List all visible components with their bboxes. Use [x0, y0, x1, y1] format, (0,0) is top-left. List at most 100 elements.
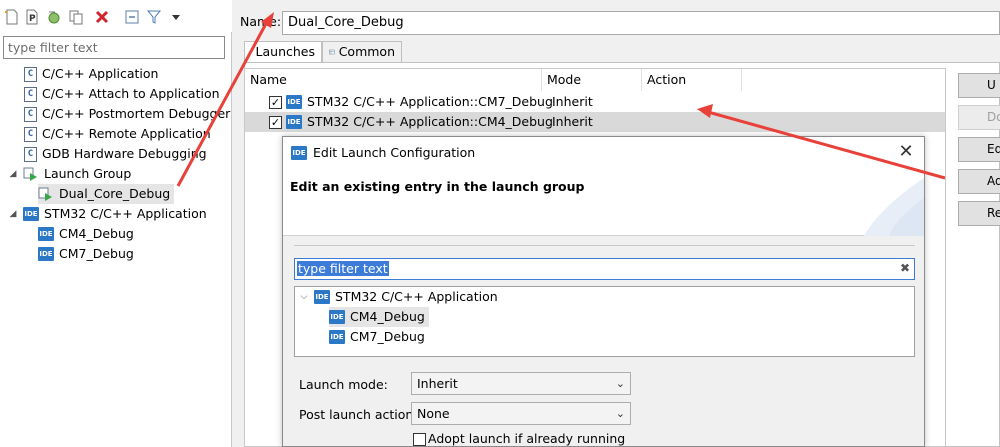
dialog-config-tree: ⌵ IDE STM32 C/C++ Application IDE CM4_De…: [294, 286, 915, 357]
tree-item-cpp-remote[interactable]: C C/C++ Remote Application: [24, 124, 211, 144]
table-row[interactable]: ✓ IDE STM32 C/C++ Application::CM7_Debug…: [245, 92, 945, 112]
chevron-down-icon: ⌄: [615, 407, 625, 420]
view-menu-chevron-down-icon[interactable]: [168, 9, 184, 25]
tab-common[interactable]: Common: [322, 41, 402, 62]
adopt-launch-checkbox[interactable]: [413, 433, 426, 446]
common-tab-icon: [329, 49, 335, 55]
filter-text: type filter text: [297, 261, 389, 276]
tree-item-stm32-application[interactable]: ◢ IDE STM32 C/C++ Application: [8, 204, 207, 224]
adopt-launch-label: Adopt launch if already running: [428, 431, 626, 446]
column-header-mode[interactable]: Mode: [542, 69, 642, 91]
expand-chevron-icon[interactable]: ◢: [8, 204, 18, 224]
cpp-config-icon: C: [24, 86, 37, 102]
stm32-ide-icon: IDE: [286, 115, 302, 129]
column-header-name[interactable]: Name: [245, 69, 542, 91]
dialog-title: Edit Launch Configuration: [313, 145, 476, 160]
tree-item-label: GDB Hardware Debugging: [42, 146, 207, 161]
table-row[interactable]: ✓ IDE STM32 C/C++ Application::CM4_Debug…: [245, 112, 945, 132]
tab-label: Launches: [255, 44, 315, 59]
tab-launches[interactable]: Launches: [244, 41, 322, 62]
tree-item-label: CM4_Debug: [350, 309, 425, 324]
dialog-filter-input[interactable]: type filter text ✖: [294, 258, 915, 280]
tree-item-label: Dual_Core_Debug: [59, 186, 171, 201]
tree-item-label: CM7_Debug: [59, 246, 134, 261]
row-mode: Inherit: [552, 114, 593, 129]
tree-item-gdb-hardware[interactable]: C GDB Hardware Debugging: [24, 144, 207, 164]
column-header-action[interactable]: Action: [642, 69, 742, 91]
launch-group-icon: [251, 51, 252, 53]
dialog-banner: Edit an existing entry in the launch gro…: [283, 168, 924, 236]
export-config-icon[interactable]: [46, 9, 62, 25]
new-prototype-icon[interactable]: P: [24, 9, 40, 25]
edit-launch-config-dialog: IDE Edit Launch Configuration ✕ Edit an …: [282, 136, 925, 447]
clear-icon[interactable]: ✖: [900, 261, 910, 275]
separator: [294, 245, 915, 246]
launch-mode-label: Launch mode:: [299, 377, 388, 392]
post-launch-action-label: Post launch action:: [299, 407, 418, 422]
close-icon[interactable]: ✕: [896, 142, 916, 162]
remove-button[interactable]: Rer: [958, 201, 1000, 226]
cpp-config-icon: C: [24, 126, 37, 142]
stm32-ide-icon: IDE: [291, 145, 307, 160]
tree-item-cpp-attach[interactable]: C C/C++ Attach to Application: [24, 84, 220, 104]
tree-item-cm7-debug[interactable]: IDE CM7_Debug: [329, 327, 425, 347]
banner-decoration-icon: [864, 178, 924, 236]
tree-item-label: STM32 C/C++ Application: [44, 206, 207, 221]
expand-chevron-icon[interactable]: ⌵: [299, 287, 309, 307]
post-launch-action-value: None: [417, 406, 450, 421]
stm32-ide-icon: IDE: [38, 227, 54, 241]
tree-item-label: C/C++ Postmortem Debugger: [42, 106, 231, 121]
chevron-down-icon: ⌄: [615, 377, 625, 390]
tree-item-cm4-debug[interactable]: IDE CM4_Debug: [329, 307, 429, 327]
row-checkbox[interactable]: ✓: [269, 116, 282, 129]
tree-item-cpp-postmortem[interactable]: C C/C++ Postmortem Debugger: [24, 104, 230, 124]
tree-item-label: Launch Group: [44, 166, 132, 181]
launch-group-icon: [23, 167, 39, 181]
tree-item-label: C/C++ Attach to Application: [42, 86, 220, 101]
stm32-ide-icon: IDE: [314, 290, 330, 304]
collapse-all-icon[interactable]: [124, 9, 140, 25]
tree-item-cm4-debug[interactable]: IDE CM4_Debug: [38, 224, 134, 244]
dialog-heading: Edit an existing entry in the launch gro…: [290, 179, 585, 194]
stm32-ide-icon: IDE: [38, 247, 54, 261]
filter-input[interactable]: type filter text: [3, 36, 225, 59]
row-checkbox[interactable]: ✓: [269, 96, 282, 109]
cpp-config-icon: C: [24, 66, 37, 82]
post-launch-action-select[interactable]: None ⌄: [411, 402, 631, 425]
row-name: STM32 C/C++ Application::CM4_Debug: [307, 114, 553, 129]
down-button[interactable]: Do: [958, 105, 1000, 130]
tree-item-launch-group[interactable]: ◢ Launch Group: [8, 164, 131, 184]
stm32-ide-icon: IDE: [329, 310, 345, 324]
cpp-config-icon: C: [24, 146, 37, 162]
tree-item-cm7-debug[interactable]: IDE CM7_Debug: [38, 244, 134, 264]
tab-label: Common: [338, 44, 395, 59]
tree-item-label: CM4_Debug: [59, 226, 134, 241]
row-mode: Inherit: [552, 94, 593, 109]
stm32-ide-icon: IDE: [329, 330, 345, 344]
tree-item-dual-core-debug[interactable]: Dual_Core_Debug: [38, 184, 175, 204]
tree-item-stm32-application[interactable]: ⌵ IDE STM32 C/C++ Application: [299, 287, 498, 307]
tree-item-label: C/C++ Remote Application: [42, 126, 211, 141]
cpp-config-icon: C: [24, 106, 37, 122]
name-label: Name:: [240, 14, 282, 29]
up-button[interactable]: U: [958, 73, 1000, 98]
name-input[interactable]: Dual_Core_Debug: [282, 11, 1000, 35]
add-button[interactable]: Ad: [958, 169, 1000, 194]
expand-chevron-icon[interactable]: ◢: [8, 164, 18, 184]
tree-item-label: STM32 C/C++ Application: [335, 289, 498, 304]
filter-icon[interactable]: [146, 9, 162, 25]
stm32-ide-icon: IDE: [286, 95, 302, 109]
edit-button[interactable]: Ed: [958, 137, 1000, 162]
launch-group-icon: [38, 187, 54, 201]
tree-item-label: C/C++ Application: [42, 66, 159, 81]
new-config-icon[interactable]: [4, 9, 20, 25]
tree-item-label: CM7_Debug: [350, 329, 425, 344]
duplicate-icon[interactable]: [68, 9, 84, 25]
launch-config-panel: P type filter text C C/C++ Application C…: [0, 0, 232, 447]
tree-item-cpp-application[interactable]: C C/C++ Application: [24, 64, 158, 84]
launch-mode-value: Inherit: [417, 376, 458, 391]
row-name: STM32 C/C++ Application::CM7_Debug: [307, 94, 553, 109]
launch-mode-select[interactable]: Inherit ⌄: [411, 372, 631, 395]
delete-icon[interactable]: [94, 9, 110, 25]
dialog-title-bar: IDE Edit Launch Configuration: [283, 137, 924, 168]
